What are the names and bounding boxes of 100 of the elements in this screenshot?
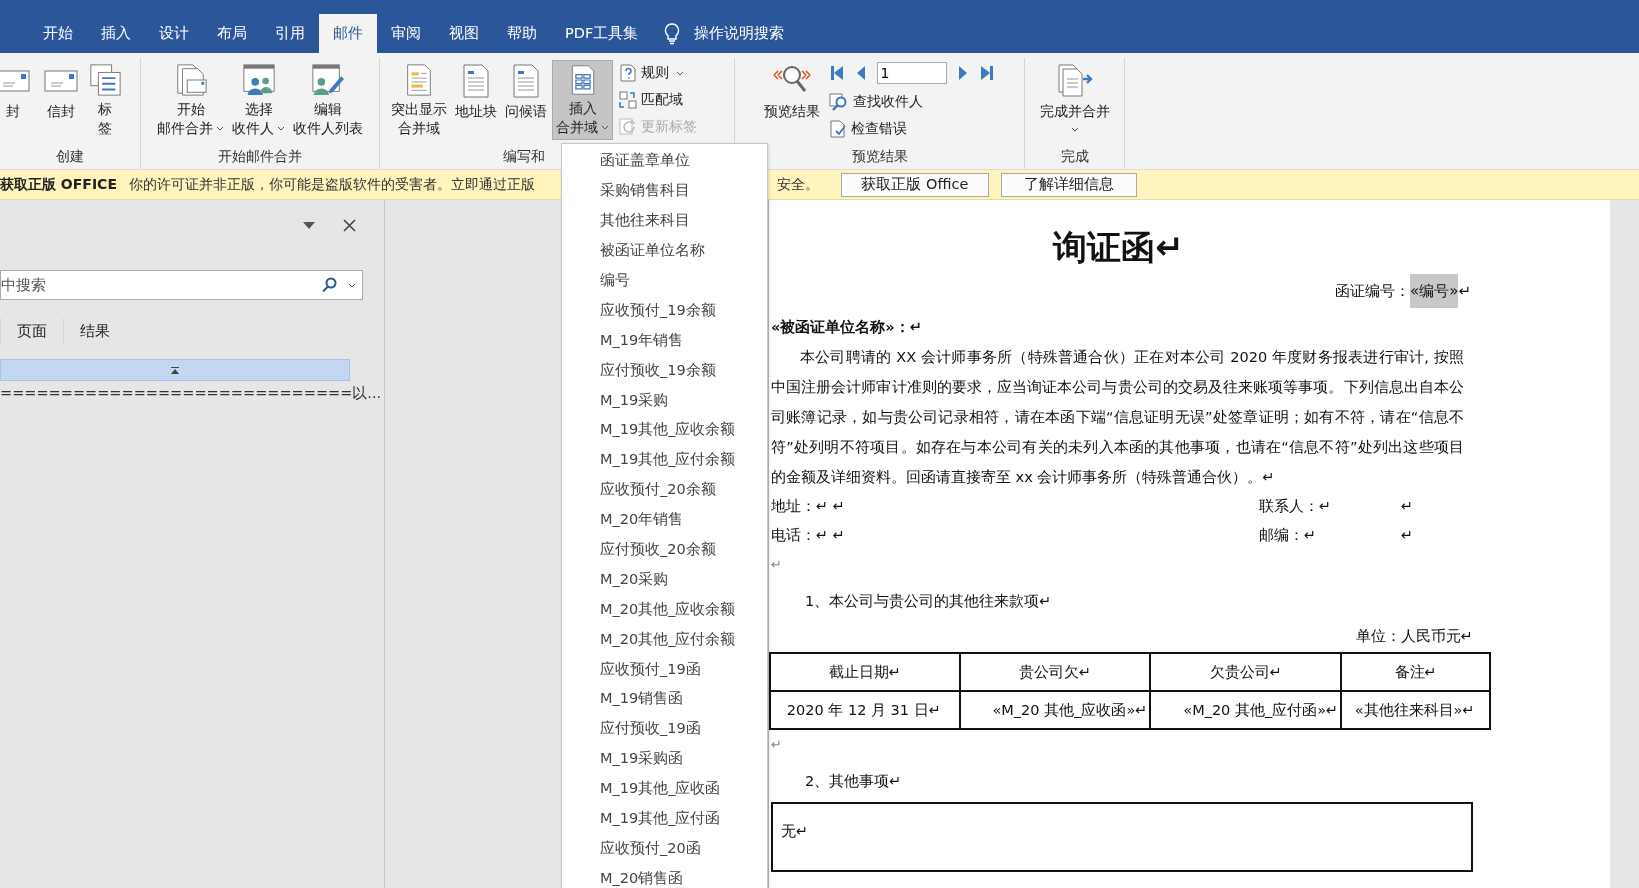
ribbon-tab[interactable]: 帮助	[493, 14, 551, 53]
paragraph-mark: ↵	[1458, 282, 1471, 300]
caret-up-icon	[171, 366, 179, 374]
paragraph-mark: ↵	[1401, 526, 1414, 545]
table-cell: 2020 年 12 月 31 日↵	[770, 691, 960, 729]
ribbon-button[interactable]: 查找收件人	[828, 90, 995, 114]
menu-item[interactable]: 应收预付_20余额	[562, 474, 767, 505]
menu-item[interactable]: M_19其他_应付余额	[562, 444, 767, 475]
magnifier-icon	[828, 93, 849, 111]
unit-note: 单位：人民币元↵	[1354, 627, 1473, 646]
paragraph-mark: ↵	[1401, 497, 1414, 516]
ribbon-button[interactable]: 匹配域	[619, 88, 697, 112]
question-document-icon	[619, 64, 637, 82]
menu-item[interactable]: M_20采购	[562, 564, 767, 595]
menu-item[interactable]: 被函证单位名称	[562, 235, 767, 266]
ribbon-button[interactable]: 规则	[619, 61, 697, 85]
ribbon-button[interactable]: 检查错误	[828, 117, 995, 141]
notice-message: 安全。	[776, 175, 819, 194]
paragraph-mark: ↵	[771, 557, 782, 572]
label-sheet-icon	[87, 63, 123, 97]
merge-field: «编号»	[1410, 274, 1459, 308]
notice-button[interactable]: 获取正版 Office	[840, 172, 989, 197]
ribbon-button[interactable]: 预览结果	[760, 60, 823, 140]
table-cell: «其他往来科目»↵	[1341, 691, 1490, 729]
menu-item[interactable]: M_20其他_应收余额	[562, 594, 767, 625]
ribbon-button[interactable]: 突出显示 合并域	[388, 60, 450, 140]
ribbon-button[interactable]: 封	[0, 60, 34, 140]
ribbon-button[interactable]: 开始 邮件合并	[154, 60, 227, 140]
ribbon-tab[interactable]: 布局	[203, 14, 261, 53]
menu-item[interactable]: M_20其他_应付余额	[562, 624, 767, 655]
group-label: 编写和	[503, 148, 545, 164]
table-header-cell: 欠贵公司↵	[1150, 653, 1342, 691]
table-cell: «M_20 其他_应收函»↵	[959, 691, 1151, 729]
paragraph-mark: ↵	[771, 737, 782, 752]
ribbon-button[interactable]: 标 签	[84, 60, 126, 140]
body-paragraph: 本公司聘请的 XX 会计师事务所（特殊普通合伙）正在对本公司 2020 年度财务报表进行审计, 按照中国注册会计师审计准则的要求，应当询证本公司与贵公司的交易及往来账项等事项。下列信息出自本公司账簿记录，如与贵公司记录相符，请在本函下端“信息证明无误”处签章证明；如有不符，请在“信息不符”处列明不符项目。如存在与本公司有关的未列入本函的其他事项，也请在“信息不符”处列出这些项目的金额及详细资料。回函请直接寄至 xx 会计师事务所（特殊普通合伙）。↵	[771, 348, 1464, 487]
menu-item[interactable]: 应收预付_20函	[562, 833, 767, 864]
menu-item[interactable]: 应付预收_20余额	[562, 534, 767, 565]
menu-item[interactable]: M_19其他_应收函	[562, 773, 767, 804]
menu-item[interactable]: 应收预付_19余额	[562, 295, 767, 326]
ribbon-button[interactable]: 选择 收件人	[229, 60, 288, 140]
menu-item[interactable]: 应付预收_19函	[562, 713, 767, 744]
pencil-list-icon	[310, 63, 346, 97]
table-header-cell: 贵公司欠↵	[959, 653, 1151, 691]
search-field[interactable]: 中搜索	[0, 270, 363, 300]
ribbon-button[interactable]: 完成并合并	[1036, 60, 1113, 140]
menu-item[interactable]: 采购销售科目	[562, 175, 767, 206]
menu-item[interactable]: M_19其他_应付函	[562, 803, 767, 834]
pane-options-icon[interactable]	[303, 221, 315, 229]
ribbon-tab[interactable]: 插入	[87, 14, 145, 53]
people-icon	[240, 63, 277, 97]
ribbon-tab[interactable]: 开始	[29, 14, 87, 53]
first-record-icon[interactable]	[828, 65, 845, 81]
ribbon-tab[interactable]: 引用	[261, 14, 319, 53]
ribbon-tab[interactable]: PDF工具集	[551, 14, 653, 53]
menu-item[interactable]: M_19销售函	[562, 684, 767, 714]
lightbulb-icon	[664, 23, 681, 45]
pane-tab[interactable]: 结果	[63, 318, 126, 344]
table-header-cell: 备注↵	[1341, 653, 1490, 691]
ribbon-button[interactable]: 插入 合并域	[552, 60, 613, 140]
menu-item[interactable]: 应收预付_19函	[562, 654, 767, 685]
notice-button[interactable]: 了解详细信息	[1000, 172, 1137, 197]
table-cell: «M_20 其他_应付函»↵	[1150, 691, 1342, 729]
menu-item[interactable]: M_20销售函	[562, 863, 767, 888]
caret-icon[interactable]	[348, 283, 356, 288]
addressee-line: «被函证单位名称»：↵	[771, 318, 923, 337]
record-number-field[interactable]: 1	[876, 62, 947, 84]
menu-item[interactable]: 编号	[562, 265, 767, 296]
ribbon-tab[interactable]: 邮件	[319, 14, 377, 53]
menu-item[interactable]: M_19采购	[562, 385, 767, 415]
ribbon-button[interactable]: 问候语	[502, 60, 550, 140]
menu-item[interactable]: M_19年销售	[562, 325, 767, 356]
contact-label: 邮编：↵	[1259, 526, 1318, 545]
contact-label: 电话：↵ ↵	[771, 526, 846, 545]
menu-item[interactable]: 函证盖章单位	[562, 146, 767, 176]
menu-item[interactable]: M_19采购函	[562, 743, 767, 774]
ribbon-button[interactable]: 编辑 收件人列表	[290, 60, 366, 140]
ribbon-tab[interactable]: 审阅	[377, 14, 435, 53]
close-icon[interactable]	[343, 218, 356, 232]
ribbon-tab[interactable]: 设计	[145, 14, 203, 53]
tell-me-search[interactable]: 操作说明搜索	[694, 14, 785, 53]
group-label: 预览结果	[851, 148, 908, 164]
menu-item[interactable]: M_19其他_应收余额	[562, 415, 767, 445]
ribbon-button[interactable]: 信封	[40, 60, 82, 140]
search-result[interactable]: =============================以...	[0, 384, 384, 403]
contact-label: 地址：↵ ↵	[771, 497, 846, 516]
search-icon	[322, 277, 337, 292]
next-record-icon[interactable]	[956, 65, 969, 81]
ribbon-tab[interactable]: 视图	[435, 14, 493, 53]
pane-tab[interactable]: 页面	[0, 318, 63, 344]
menu-item[interactable]: 应付预收_19余额	[562, 355, 767, 386]
ribbon-button[interactable]: 地址块	[452, 60, 500, 140]
section-heading: 2、其他事项↵	[804, 772, 903, 791]
menu-item[interactable]: M_20年销售	[562, 504, 767, 535]
group-label: 开始邮件合并	[218, 148, 302, 164]
group-label: 创建	[56, 148, 84, 164]
last-record-icon[interactable]	[978, 65, 995, 81]
group-label: 完成	[1060, 148, 1089, 164]
notice-title: 获取正版 OFFICE	[0, 175, 117, 194]
menu-item[interactable]: 其他往来科目	[562, 205, 767, 236]
